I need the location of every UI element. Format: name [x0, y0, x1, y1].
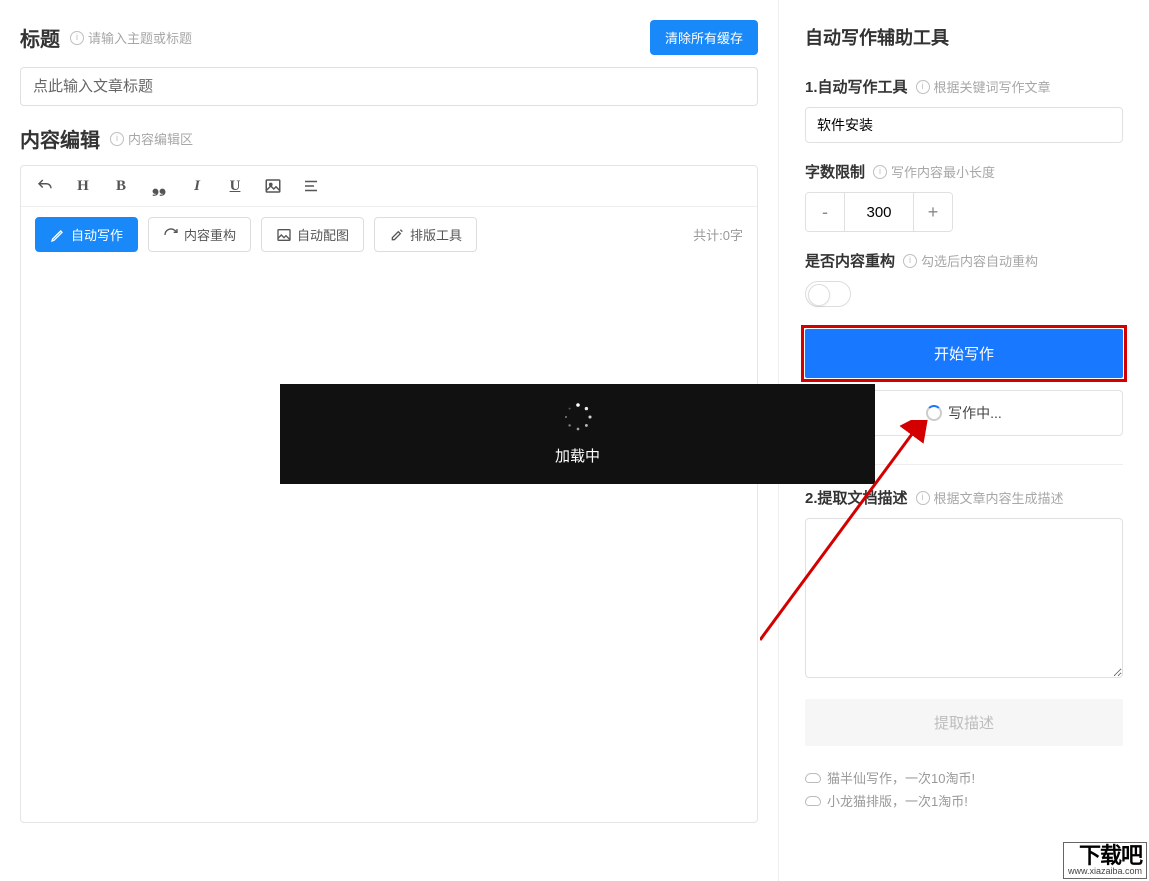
rebuild-hint-text: 勾选后内容自动重构	[921, 251, 1038, 270]
editor-body[interactable]	[21, 262, 757, 822]
rebuild-toggle[interactable]	[805, 281, 851, 307]
rebuild-toggle-label: 是否内容重构	[805, 250, 895, 271]
auto-image-label: 自动配图	[297, 225, 349, 244]
word-limit-label: 字数限制	[805, 161, 865, 182]
image-icon[interactable]	[263, 176, 283, 196]
bold-icon[interactable]: B	[111, 176, 131, 196]
keyword-input[interactable]	[805, 107, 1123, 143]
watermark: 下载吧 www.xiazaiba.com	[1063, 842, 1147, 879]
auto-write-button[interactable]: 自动写作	[35, 217, 138, 252]
content-hint-text: 内容编辑区	[128, 129, 193, 148]
info-icon: i	[916, 80, 930, 94]
section1-hint-text: 根据关键词写作文章	[934, 77, 1051, 96]
pencil-icon	[50, 227, 66, 243]
rebuild-label: 内容重构	[184, 225, 236, 244]
count-prefix: 共计:	[693, 228, 723, 243]
info-icon: i	[110, 132, 124, 146]
tool-icon	[389, 227, 405, 243]
loading-text: 加载中	[555, 445, 600, 466]
content-section-label: 内容编辑	[20, 124, 100, 153]
count-suffix: 字	[730, 228, 743, 243]
pay-note-1: 猫半仙写作，一次10淘币!	[805, 768, 1123, 787]
writing-status-text: 写作中...	[948, 403, 1002, 423]
word-limit-stepper: - +	[805, 192, 953, 232]
align-icon[interactable]	[301, 176, 321, 196]
word-count: 共计:0字	[693, 225, 743, 244]
section1-label: 1.自动写作工具	[805, 76, 908, 97]
watermark-small: www.xiazaiba.com	[1068, 867, 1142, 876]
editor-toolbar: H B ❟❟ I U	[21, 166, 757, 207]
section1-hint: i 根据关键词写作文章	[916, 77, 1051, 96]
undo-icon[interactable]	[35, 176, 55, 196]
section2-hint: i 根据文章内容生成描述	[916, 488, 1064, 507]
info-icon: i	[70, 31, 84, 45]
pay-note-1-text: 猫半仙写作，一次10淘币!	[827, 768, 975, 787]
layout-tool-label: 排版工具	[410, 225, 462, 244]
stepper-plus-button[interactable]: +	[914, 193, 952, 231]
info-icon: i	[916, 491, 930, 505]
clear-cache-button[interactable]: 清除所有缓存	[650, 20, 758, 55]
spinner-icon	[926, 405, 942, 421]
heading-icon[interactable]: H	[73, 176, 93, 196]
description-textarea[interactable]	[805, 518, 1123, 678]
extract-description-button[interactable]: 提取描述	[805, 699, 1123, 746]
underline-icon[interactable]: U	[225, 176, 245, 196]
picture-icon	[276, 227, 292, 243]
word-limit-hint-text: 写作内容最小长度	[891, 162, 995, 181]
cloud-icon	[805, 773, 821, 783]
stepper-minus-button[interactable]: -	[806, 193, 844, 231]
section2-label: 2.提取文档描述	[805, 487, 908, 508]
word-limit-value[interactable]	[844, 193, 914, 231]
title-hint-text: 请输入主题或标题	[88, 28, 192, 47]
section2-hint-text: 根据文章内容生成描述	[934, 488, 1064, 507]
pay-note-2-text: 小龙猫排版，一次1淘币!	[827, 791, 968, 810]
refresh-icon	[163, 227, 179, 243]
quote-icon[interactable]: ❟❟	[149, 176, 169, 196]
article-title-input[interactable]	[20, 67, 758, 106]
spinner-icon	[563, 402, 593, 437]
count-value: 0	[723, 228, 730, 243]
title-hint: i 请输入主题或标题	[70, 28, 192, 47]
title-section-label: 标题	[20, 23, 60, 52]
auto-write-label: 自动写作	[71, 225, 123, 244]
info-icon: i	[903, 254, 917, 268]
start-writing-button[interactable]: 开始写作	[805, 329, 1123, 378]
rebuild-content-button[interactable]: 内容重构	[148, 217, 251, 252]
rebuild-hint: i 勾选后内容自动重构	[903, 251, 1038, 270]
italic-icon[interactable]: I	[187, 176, 207, 196]
loading-overlay: 加载中	[280, 384, 875, 484]
word-limit-hint: i 写作内容最小长度	[873, 162, 995, 181]
editor-box: H B ❟❟ I U 自动写作 内容重构	[20, 165, 758, 823]
auto-image-button[interactable]: 自动配图	[261, 217, 364, 252]
layout-tool-button[interactable]: 排版工具	[374, 217, 477, 252]
sidebar-title: 自动写作辅助工具	[805, 24, 1123, 50]
pay-note-2: 小龙猫排版，一次1淘币!	[805, 791, 1123, 810]
editor-action-row: 自动写作 内容重构 自动配图 排版工具 共计:0字	[21, 207, 757, 262]
content-hint: i 内容编辑区	[110, 129, 193, 148]
watermark-big: 下载吧	[1079, 845, 1142, 867]
info-icon: i	[873, 165, 887, 179]
cloud-icon	[805, 796, 821, 806]
